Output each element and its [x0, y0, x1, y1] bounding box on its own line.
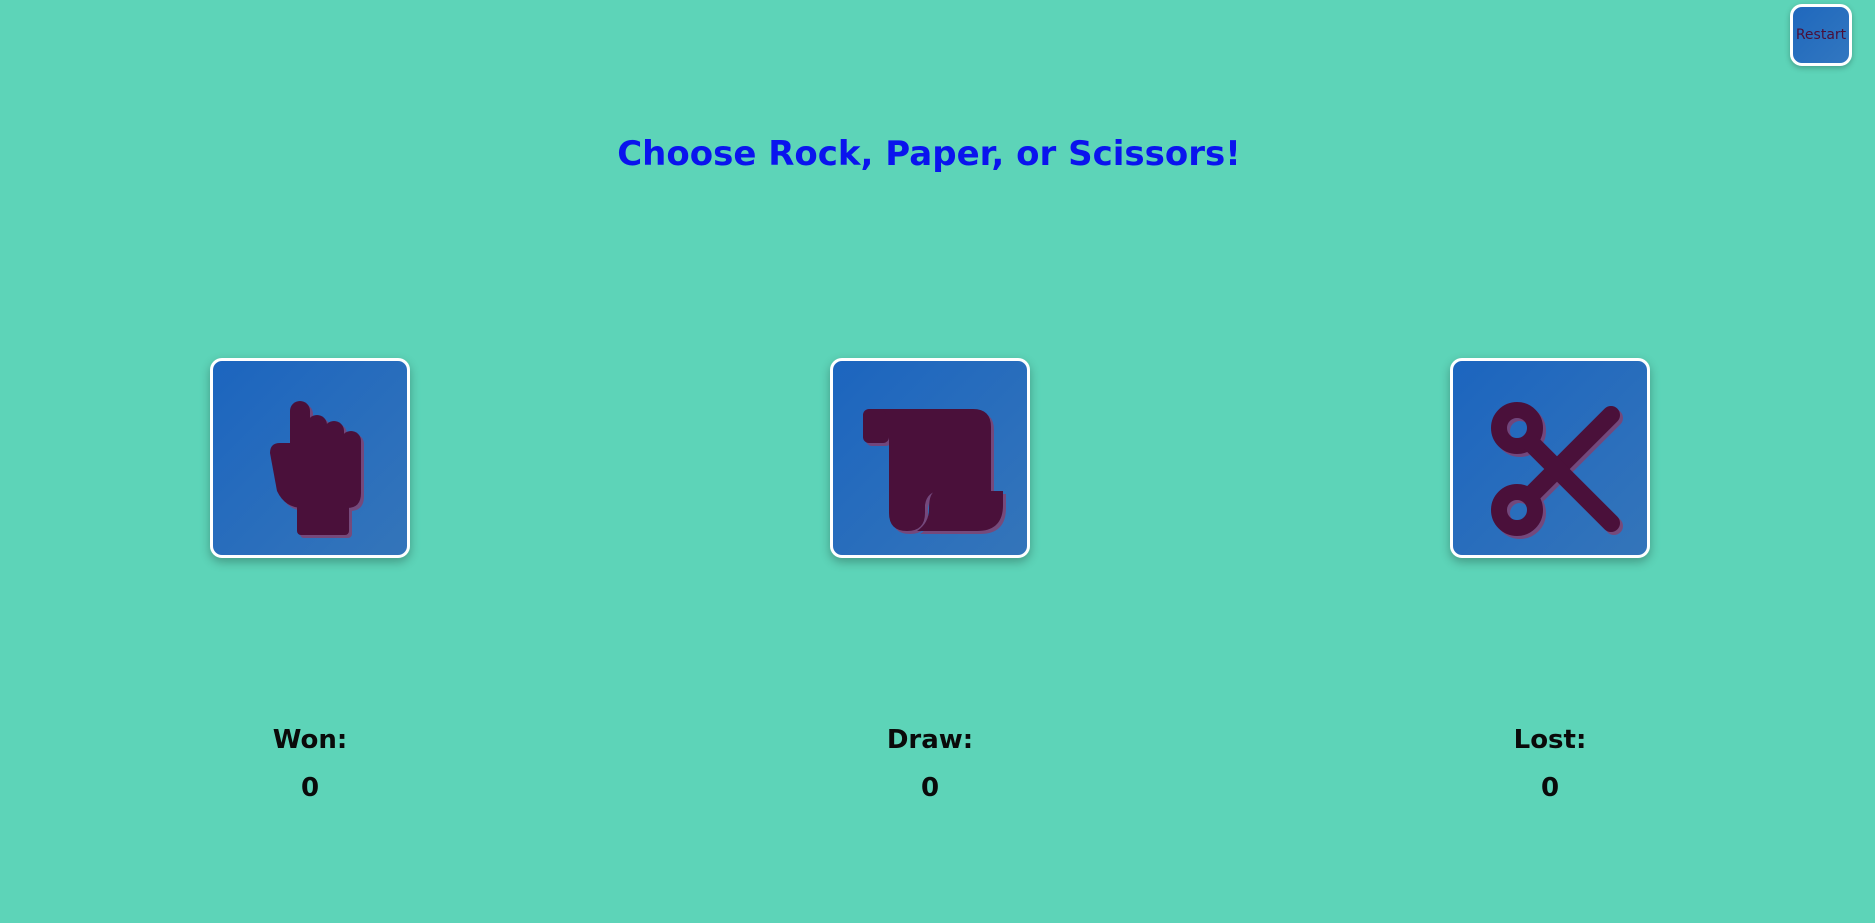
- scissors-icon: [1491, 402, 1623, 539]
- draw-label: Draw:: [886, 725, 974, 755]
- restart-button[interactable]: Restart: [1790, 4, 1852, 66]
- lost-score: Lost: 0: [1450, 720, 1650, 808]
- draw-count: 0: [920, 773, 940, 803]
- scissors-choice-button[interactable]: [1450, 358, 1650, 558]
- won-score: Won: 0: [210, 720, 410, 808]
- page-title: Choose Rock, Paper, or Scissors!: [617, 134, 1241, 174]
- scroll-icon: [863, 409, 1006, 534]
- hand-fist-icon: [270, 401, 364, 538]
- lost-count: 0: [1540, 773, 1560, 803]
- paper-choice-button[interactable]: [830, 358, 1030, 558]
- won-label: Won:: [272, 725, 348, 755]
- draw-score: Draw: 0: [830, 720, 1030, 808]
- lost-label: Lost:: [1513, 725, 1587, 755]
- rock-choice-button[interactable]: [210, 358, 410, 558]
- won-count: 0: [300, 773, 320, 803]
